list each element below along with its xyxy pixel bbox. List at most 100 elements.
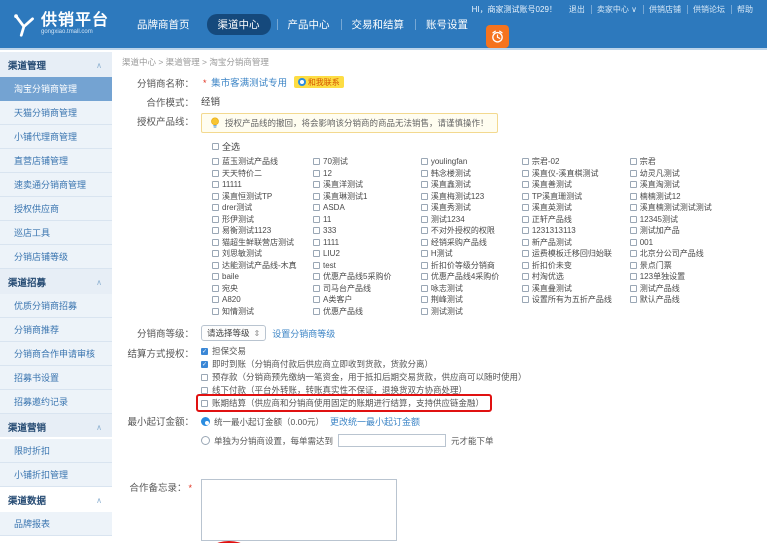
notification-alarm-icon[interactable] [486, 25, 509, 48]
product-line-checkbox[interactable]: 11 [313, 214, 421, 226]
sidebar-item[interactable]: 分销商推荐 [0, 318, 112, 342]
product-line-checkbox[interactable]: 溪直楠测试测试测试 [629, 202, 767, 214]
product-line-checkbox[interactable]: 11111 [212, 179, 313, 191]
product-line-checkbox[interactable]: ASDA [313, 202, 421, 214]
product-line-checkbox[interactable]: drer测试 [212, 202, 313, 214]
product-line-checkbox[interactable]: 刘思敏测试 [212, 248, 313, 260]
product-line-checkbox[interactable]: 幼灵凡测试 [629, 168, 767, 180]
sidebar-item[interactable]: 授权供应商 [0, 197, 112, 221]
user-bar-link[interactable]: 供销店铺 [643, 4, 687, 15]
product-line-checkbox[interactable]: LIU2 [313, 248, 421, 260]
sidebar-item[interactable]: 招募邀约记录 [0, 390, 112, 414]
grade-select[interactable]: 请选择等级 ⇕ [201, 325, 267, 341]
product-line-checkbox[interactable]: 北京分公司产品线 [629, 248, 767, 260]
product-line-checkbox[interactable]: 1231313113 [521, 225, 630, 237]
product-line-checkbox[interactable]: 优惠产品线4采购价 [420, 271, 522, 283]
sidebar-item[interactable]: 分销店铺等级 [0, 245, 112, 269]
nav-tab[interactable]: 渠道中心 [206, 13, 271, 35]
set-grade-link[interactable]: 设置分销商等级 [272, 327, 335, 340]
sidebar-group-header[interactable]: 渠道数据 ∧ [0, 487, 112, 512]
product-line-checkbox[interactable]: 易衡测试1123 [212, 225, 313, 237]
product-line-checkbox[interactable]: 70测试 [313, 156, 421, 168]
nav-tab[interactable]: 交易和结算 [340, 14, 416, 35]
unified-min-order-radio[interactable]: 统一最小起订金额（0.00元） 更改统一最小起订金额 [201, 415, 494, 428]
product-line-checkbox[interactable]: 溪直淘测试 [629, 179, 767, 191]
product-line-checkbox[interactable]: TP溪直珊测试 [521, 191, 630, 203]
product-line-checkbox[interactable]: 测试产品线 [629, 283, 767, 295]
sidebar-group-header[interactable]: 渠道营销 ∧ [0, 414, 112, 439]
distributor-name-link[interactable]: 集市客满测试专用 [211, 78, 287, 89]
product-line-checkbox[interactable]: 折扣价等级分销商 [420, 260, 522, 272]
sidebar-item[interactable]: 巡店工具 [0, 221, 112, 245]
sidebar-item[interactable]: 优质分销商招募 [0, 294, 112, 318]
product-line-checkbox[interactable]: 溪直洋测试 [313, 179, 421, 191]
product-line-checkbox[interactable]: 司马台产品线 [313, 283, 421, 295]
settlement-option[interactable]: 线下付款（平台外转账，转账真实性不保证，退换货双方协商处理） [201, 384, 467, 396]
product-line-checkbox[interactable]: 宛央 [212, 283, 313, 295]
product-line-checkbox[interactable]: 荆峰测试 [420, 294, 522, 306]
product-line-checkbox[interactable]: 123单独设置 [629, 271, 767, 283]
settlement-option[interactable]: ✓ 即时到账（分销商付款后供应商立即收到货款，货款分离） [201, 358, 433, 370]
sidebar-item[interactable]: 淘宝分销商管理 [0, 77, 112, 101]
select-all-checkbox[interactable]: 全选 [212, 140, 767, 153]
product-line-checkbox[interactable]: 溪直叠测试 [521, 283, 630, 295]
user-bar-link[interactable]: 卖家中心 ∨ [590, 4, 643, 15]
product-line-checkbox[interactable]: 蓝玉测试产品线 [212, 156, 313, 168]
sidebar-item[interactable]: 分销商合作申请审核 [0, 342, 112, 366]
sidebar-item[interactable]: 天猫分销商管理 [0, 101, 112, 125]
sidebar-group-header[interactable]: 渠道管理 ∧ [0, 52, 112, 77]
product-line-checkbox[interactable]: 溪直英测试 [521, 202, 630, 214]
nav-tab[interactable]: 品牌商首页 [126, 14, 201, 35]
product-line-checkbox[interactable]: baile [212, 271, 313, 283]
nav-tab[interactable]: 产品中心 [276, 14, 341, 35]
settlement-option[interactable]: 账期结算（供应商和分销商使用固定的账期进行结算，支持供应链金融） [196, 394, 493, 412]
product-line-checkbox[interactable]: 001 [629, 237, 767, 249]
product-line-checkbox[interactable]: 测试测试 [420, 306, 522, 318]
product-line-checkbox[interactable]: 宗君-02 [521, 156, 630, 168]
user-bar-link[interactable]: 帮助 [731, 4, 759, 15]
product-line-checkbox[interactable]: 形伊测试 [212, 214, 313, 226]
product-line-checkbox[interactable]: 折扣价未变 [521, 260, 630, 272]
product-line-checkbox[interactable]: 宗君 [629, 156, 767, 168]
user-bar-link[interactable]: 供销论坛 [687, 4, 731, 15]
sidebar-item[interactable]: 限时折扣 [0, 439, 112, 463]
product-line-checkbox[interactable]: 楠楠测试12 [629, 191, 767, 203]
sidebar-item[interactable]: 品牌报表 [0, 512, 112, 536]
product-line-checkbox[interactable]: 溪直恒测试TP [212, 191, 313, 203]
product-line-checkbox[interactable]: 溪直鑫测试 [420, 179, 522, 191]
product-line-checkbox[interactable]: 知情测试 [212, 306, 313, 318]
product-line-checkbox[interactable]: 村淘优选 [521, 271, 630, 283]
product-line-checkbox[interactable]: 新产品测试 [521, 237, 630, 249]
product-line-checkbox[interactable]: test [313, 260, 421, 272]
logo[interactable]: 供销平台 gongxiao.tmall.com [0, 11, 112, 37]
product-line-checkbox[interactable]: 猫超生鲜联营店测试 [212, 237, 313, 249]
custom-min-order-radio[interactable]: 单独为分销商设置，每单需达到 元才能下单 [201, 434, 494, 447]
product-line-checkbox[interactable]: youlingfan [420, 156, 522, 168]
product-line-checkbox[interactable]: 溪直琳测试1 [313, 191, 421, 203]
product-line-checkbox[interactable]: 1111 [313, 237, 421, 249]
product-line-checkbox[interactable]: 12 [313, 168, 421, 180]
user-bar-link[interactable]: 退出 [563, 4, 591, 15]
product-line-checkbox[interactable]: 经销采购产品线 [420, 237, 522, 249]
product-line-checkbox[interactable]: 咏志测试 [420, 283, 522, 295]
change-unified-min-order-link[interactable]: 更改统一最小起订金额 [330, 415, 420, 428]
product-line-checkbox[interactable]: 优惠产品线 [313, 306, 421, 318]
settlement-option[interactable]: ✓ 担保交易 [201, 345, 246, 357]
product-line-checkbox[interactable]: 设置所有为五折产品线 [521, 294, 630, 306]
product-line-checkbox[interactable]: 溪直梅测试123 [420, 191, 522, 203]
product-line-checkbox[interactable]: 达能测试产品线-木真 [212, 260, 313, 272]
product-line-checkbox[interactable]: 测试加产品 [629, 225, 767, 237]
product-line-checkbox[interactable]: 韩念楼测试 [420, 168, 522, 180]
sidebar-item[interactable]: 小铺折扣管理 [0, 463, 112, 487]
product-line-checkbox[interactable]: H测试 [420, 248, 522, 260]
product-line-checkbox[interactable]: 优惠产品线5采购价 [313, 271, 421, 283]
sidebar-item[interactable]: 速卖通分销商管理 [0, 173, 112, 197]
min-order-amount-input[interactable] [338, 434, 447, 447]
product-line-checkbox[interactable]: 默认产品线 [629, 294, 767, 306]
product-line-checkbox[interactable]: 正轩产品线 [521, 214, 630, 226]
product-line-checkbox[interactable]: 12345测试 [629, 214, 767, 226]
product-line-checkbox[interactable]: 运费模板迁移回归始联 [521, 248, 630, 260]
settlement-option[interactable]: 预存款（分销商预先缴纳一笔资金，用于抵扣后期交易货款，供应商可以随时使用） [201, 371, 527, 383]
sidebar-group-header[interactable]: 渠道招募 ∧ [0, 269, 112, 294]
memo-textarea[interactable] [201, 479, 397, 541]
